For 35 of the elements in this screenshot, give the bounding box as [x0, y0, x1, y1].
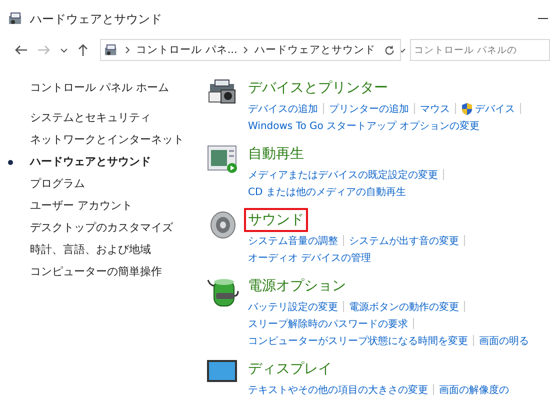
task-link[interactable]: Windows To Go スタートアップ オプションの変更	[248, 118, 480, 132]
sidebar-link[interactable]: コントロール パネル ホーム	[30, 80, 169, 95]
search-field[interactable]: コントロール パネルの	[410, 39, 550, 61]
task-link[interactable]: システム音量の調整	[248, 234, 338, 248]
sidebar-item[interactable]: プログラム	[30, 176, 85, 192]
category-heading[interactable]: 自動再生	[244, 142, 308, 166]
task-link[interactable]: プリンターの追加	[329, 102, 409, 116]
sidebar-item[interactable]: ネットワークとインターネット	[30, 132, 184, 148]
task-link[interactable]: 画面の解像度の	[439, 382, 509, 396]
category-heading[interactable]: サウンド	[244, 208, 308, 232]
breadcrumb[interactable]: ハードウェアとサウンド	[254, 43, 376, 57]
task-link[interactable]: スリープ解除時のパスワードの要求	[248, 316, 408, 330]
breadcrumb[interactable]: コントロール パネ...	[136, 43, 238, 57]
task-link[interactable]: デバイスの追加	[248, 102, 318, 116]
sidebar-item[interactable]: 時計、言語、および地域	[30, 242, 151, 258]
category-heading[interactable]: ディスプレイ	[244, 357, 336, 381]
category-heading[interactable]: 電源オプション	[244, 274, 350, 298]
task-link[interactable]: 画面の明る	[479, 334, 529, 348]
sidebar-item[interactable]: コンピューターの簡単操作	[30, 264, 162, 280]
task-link[interactable]: コンピューターがスリープ状態になる時間を変更	[248, 334, 468, 348]
task-link[interactable]: オーディオ デバイスの管理	[248, 250, 372, 264]
task-link[interactable]: 電源ボタンの動作の変更	[349, 300, 459, 314]
task-link[interactable]: マウス	[420, 102, 450, 116]
sidebar-item[interactable]: システムとセキュリティ	[30, 110, 151, 126]
task-link[interactable]: CD または他のメディアの自動再生	[248, 184, 406, 198]
task-link[interactable]: バッテリ設定の変更	[248, 300, 338, 314]
task-link[interactable]: テキストやその他の項目の大きさの変更	[248, 382, 428, 396]
sidebar-item[interactable]: デスクトップのカスタマイズ	[30, 220, 173, 236]
task-link[interactable]: デバイス	[475, 102, 515, 116]
sidebar-item[interactable]: ユーザー アカウント	[30, 198, 132, 214]
task-link[interactable]: システムが出す音の変更	[349, 234, 459, 248]
category-heading[interactable]: デバイスとプリンター	[244, 76, 392, 100]
window-title: ハードウェアとサウンド	[30, 10, 162, 28]
sidebar-item[interactable]: ハードウェアとサウンド	[30, 154, 151, 170]
task-link[interactable]: メディアまたはデバイスの既定設定の変更	[248, 168, 438, 182]
